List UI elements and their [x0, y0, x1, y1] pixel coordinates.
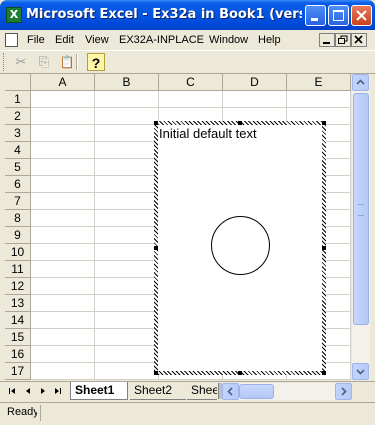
last-sheet-icon[interactable] [52, 385, 64, 397]
row-header-9[interactable]: 9 [5, 227, 31, 244]
menu-view[interactable]: View [85, 32, 109, 48]
row-header-13[interactable]: 13 [5, 295, 31, 312]
window-title: Microsoft Excel - Ex32a in Book1 (versio… [26, 7, 302, 22]
toolbar-grip[interactable] [3, 53, 7, 71]
resize-handle-right[interactable] [322, 246, 326, 250]
arrow-left-icon [227, 387, 233, 396]
sheet-tab-sheet2[interactable]: Sheet2 [130, 382, 186, 400]
row-header-6[interactable]: 6 [5, 176, 31, 193]
mdi-close-button[interactable] [351, 33, 367, 47]
copy-icon[interactable]: ⎘ [35, 53, 53, 71]
minimize-icon [311, 18, 318, 21]
row-header-15[interactable]: 15 [5, 329, 31, 346]
arrow-right-icon [341, 387, 347, 396]
mdi-restore-button[interactable] [335, 33, 351, 47]
menu-edit[interactable]: Edit [55, 32, 74, 48]
resize-handle-top[interactable] [238, 121, 242, 125]
previous-sheet-icon[interactable] [22, 385, 34, 397]
resize-handle-top-right[interactable] [322, 121, 326, 125]
arrow-down-icon [356, 369, 365, 375]
standard-toolbar [0, 50, 375, 74]
resize-handle-bottom-left[interactable] [154, 371, 158, 375]
mdi-minimize-icon [323, 42, 330, 44]
embedded-object-circle[interactable] [211, 216, 270, 275]
select-all-corner[interactable] [5, 74, 31, 91]
row-header-2[interactable]: 2 [5, 108, 31, 125]
maximize-button[interactable] [328, 5, 349, 26]
resize-handle-bottom[interactable] [238, 371, 242, 375]
scroll-thumb-grip [358, 204, 364, 216]
row-header-7[interactable]: 7 [5, 193, 31, 210]
paste-icon[interactable]: 📋 [58, 53, 76, 71]
grid-column-line [94, 91, 95, 380]
sheet-tab-sheet1[interactable]: Sheet1 [70, 382, 128, 400]
scroll-down-button[interactable] [352, 363, 369, 380]
grid-row-line [31, 379, 351, 380]
sheet-tab-sheet3[interactable]: Sheet3 [187, 382, 217, 400]
mdi-restore-icon [338, 35, 348, 44]
help-icon[interactable]: ? [87, 53, 105, 71]
column-header-c[interactable]: C [159, 74, 223, 91]
scroll-right-button[interactable] [335, 383, 352, 400]
row-header-4[interactable]: 4 [5, 142, 31, 159]
row-header-11[interactable]: 11 [5, 261, 31, 278]
row-header-3[interactable]: 3 [5, 125, 31, 142]
close-button[interactable] [351, 5, 372, 26]
menu-file[interactable]: File [27, 32, 45, 48]
excel-app-icon[interactable]: X [6, 7, 22, 23]
column-header-e[interactable]: E [287, 74, 351, 91]
maximize-icon [333, 10, 344, 21]
row-header-16[interactable]: 16 [5, 346, 31, 363]
app-icon-letter: X [9, 8, 19, 21]
status-panel [40, 405, 371, 421]
menu-ex32a-inplace[interactable]: EX32A-INPLACE [119, 32, 204, 48]
arrow-up-icon [356, 79, 365, 85]
horizontal-scroll-thumb[interactable] [239, 384, 274, 399]
embedded-object-text: Initial default text [159, 126, 257, 141]
close-icon [356, 10, 367, 21]
grid-column-line [350, 91, 351, 380]
scroll-up-button[interactable] [352, 74, 369, 91]
scroll-left-button[interactable] [222, 383, 239, 400]
toolbar-separator [76, 54, 78, 70]
grid-row-line [31, 107, 351, 108]
row-header-14[interactable]: 14 [5, 312, 31, 329]
mdi-minimize-button[interactable] [319, 33, 335, 47]
resize-handle-bottom-right[interactable] [322, 371, 326, 375]
status-text: Ready [7, 406, 37, 418]
row-header-10[interactable]: 10 [5, 244, 31, 261]
resize-handle-top-left[interactable] [154, 121, 158, 125]
column-header-a[interactable]: A [31, 74, 95, 91]
next-sheet-icon[interactable] [37, 385, 49, 397]
row-header-1[interactable]: 1 [5, 91, 31, 108]
resize-handle-left[interactable] [154, 246, 158, 250]
document-icon[interactable] [5, 33, 18, 47]
row-header-5[interactable]: 5 [5, 159, 31, 176]
mdi-close-icon [354, 35, 363, 44]
column-header-b[interactable]: B [95, 74, 159, 91]
first-sheet-icon[interactable] [7, 385, 19, 397]
column-header-d[interactable]: D [223, 74, 287, 91]
minimize-button[interactable] [305, 5, 326, 26]
cut-icon[interactable]: ✂ [12, 53, 30, 71]
row-header-17[interactable]: 17 [5, 363, 31, 380]
row-header-12[interactable]: 12 [5, 278, 31, 295]
menu-help[interactable]: Help [258, 32, 281, 48]
menu-window[interactable]: Window [209, 32, 248, 48]
row-header-8[interactable]: 8 [5, 210, 31, 227]
